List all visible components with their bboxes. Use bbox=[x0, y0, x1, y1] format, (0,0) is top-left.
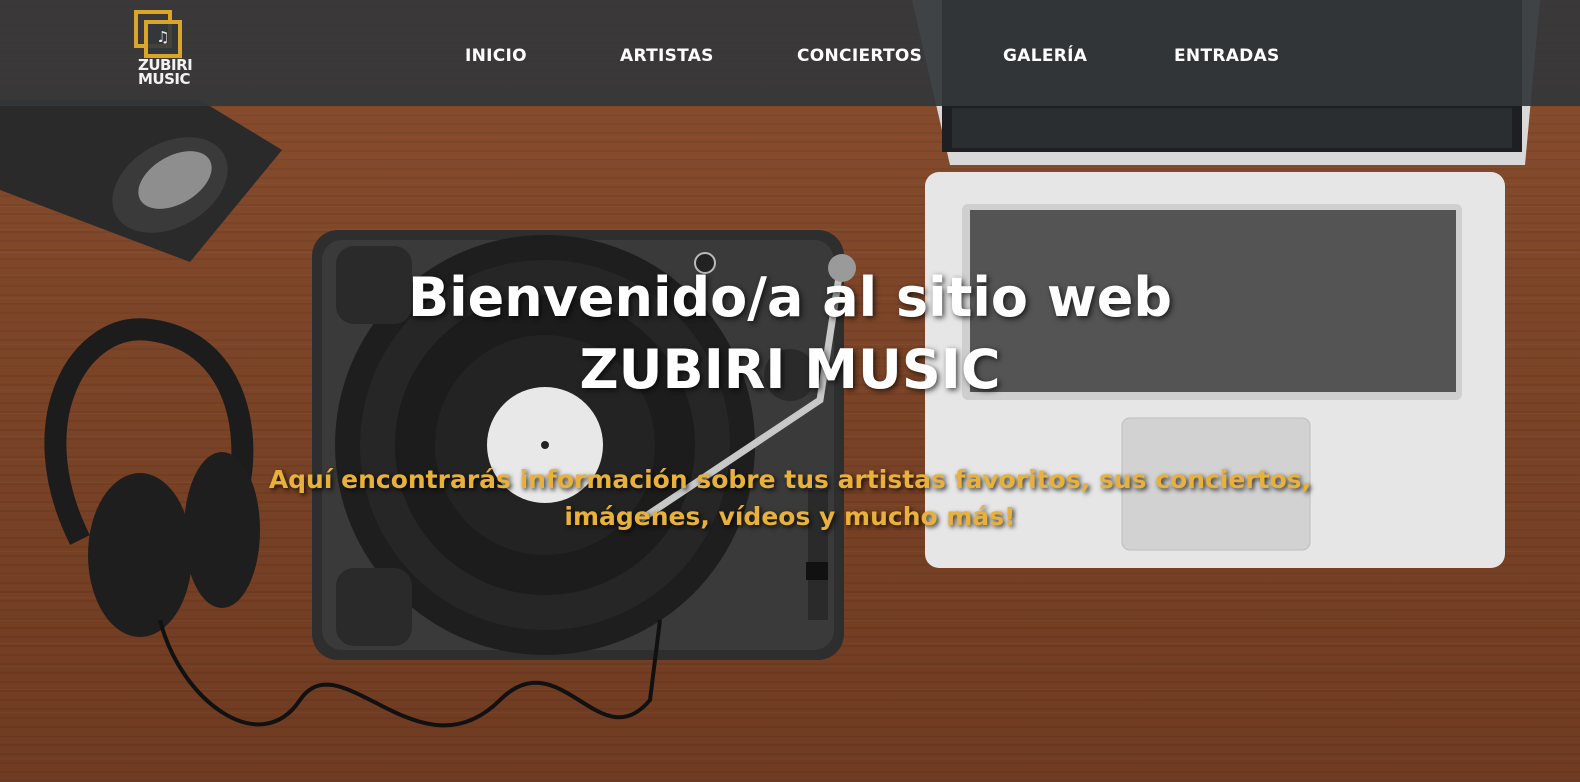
nav-item-entradas[interactable]: ENTRADAS bbox=[1174, 46, 1280, 66]
hero-title: Bienvenido/a al sitio web ZUBIRI MUSIC bbox=[240, 262, 1340, 406]
hero-title-line1: Bienvenido/a al sitio web bbox=[407, 266, 1172, 329]
hero-subtitle: Aquí encontrarás información sobre tus a… bbox=[200, 461, 1380, 535]
hero-title-line2: ZUBIRI MUSIC bbox=[579, 338, 1001, 401]
nav-item-artistas[interactable]: ARTISTAS bbox=[620, 46, 714, 66]
nav-item-galeria[interactable]: GALERÍA bbox=[1003, 46, 1087, 66]
hero-subtitle-line2: imágenes, vídeos y mucho más! bbox=[564, 502, 1016, 531]
logo-word-line2: MUSIC bbox=[138, 70, 191, 88]
nav-item-conciertos[interactable]: CONCIERTOS bbox=[797, 46, 922, 66]
top-navbar: ♫ ZUBIRI MUSIC INICIO ARTISTAS CONCIERTO… bbox=[0, 0, 1580, 106]
nav-item-inicio[interactable]: INICIO bbox=[465, 46, 527, 66]
hero-subtitle-line1: Aquí encontrarás información sobre tus a… bbox=[268, 465, 1312, 494]
main-navigation: INICIO ARTISTAS CONCIERTOS GALERÍA ENTRA… bbox=[0, 46, 1580, 70]
